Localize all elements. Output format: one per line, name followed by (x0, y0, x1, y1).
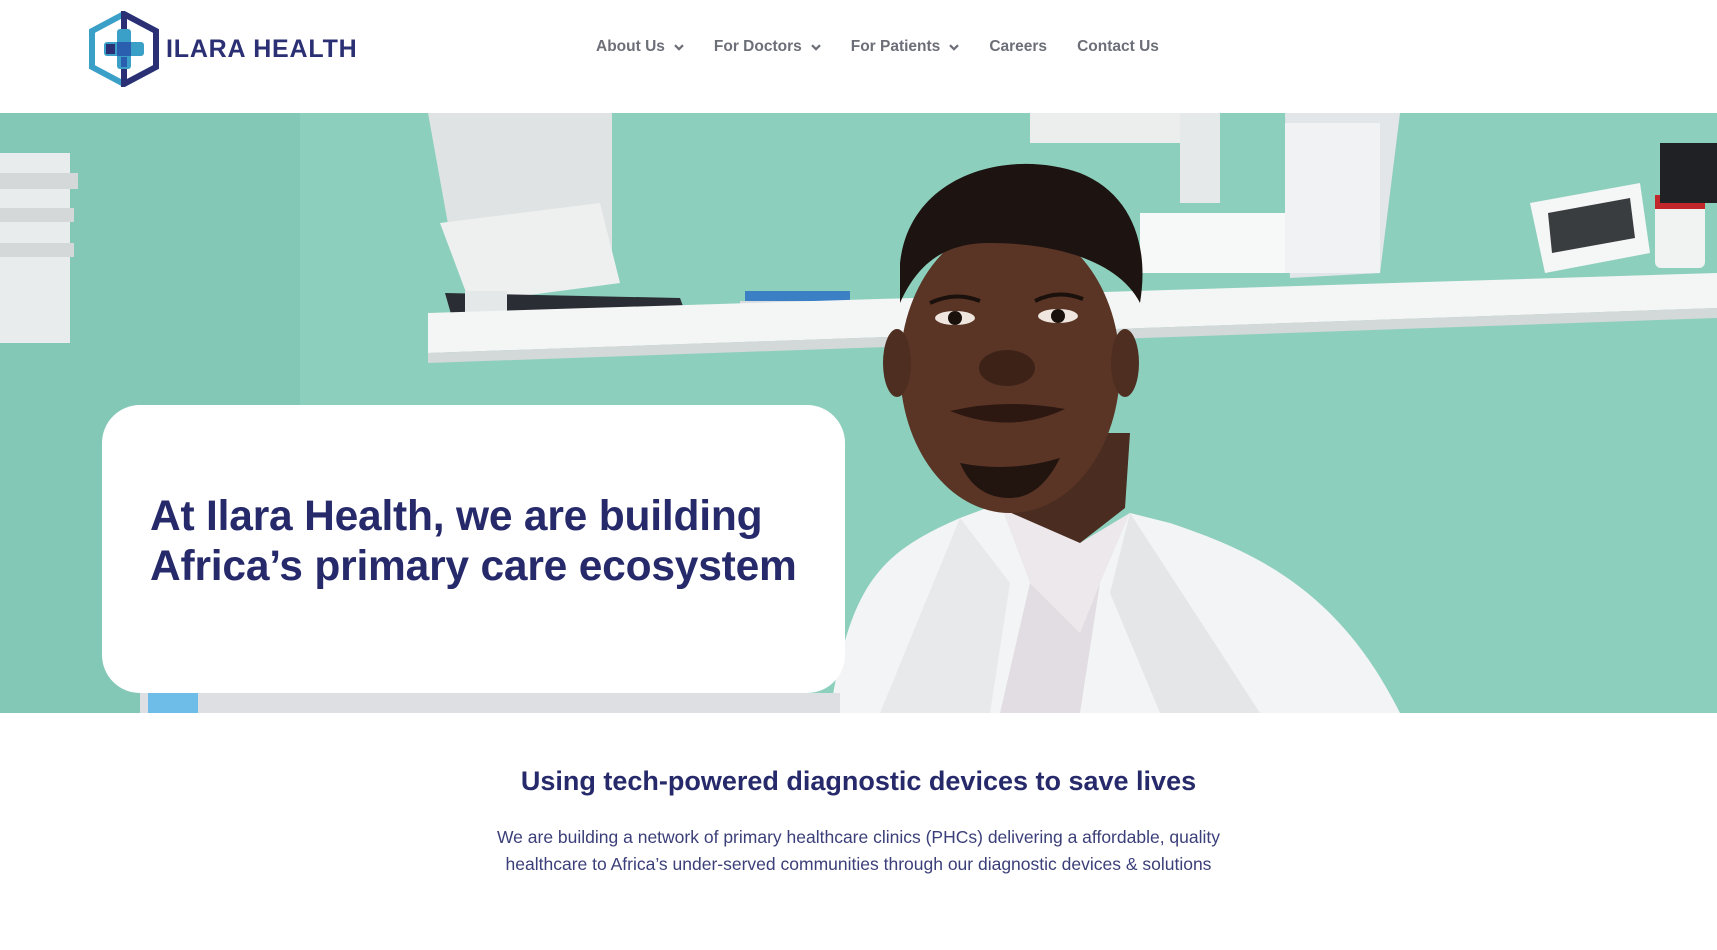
hexagon-cross-logo-icon (89, 11, 159, 87)
nav-item-label: For Doctors (713, 38, 802, 55)
hero-title: At Ilara Health, we are building Africa’… (150, 492, 840, 592)
intro-text-line-1: We are building a network of primary hea… (496, 827, 1221, 847)
intro-heading: Using tech-powered diagnostic devices to… (520, 766, 1197, 796)
brand-name: ILARA HEALTH (166, 34, 358, 63)
site-header: ILARA HEALTH About Us For Doctors For Pa… (0, 0, 1717, 113)
chevron-down-icon (810, 43, 821, 51)
intro-text-line-2: healthcare to Africa’s under-served comm… (505, 854, 1212, 874)
main-nav: About Us For Doctors For Patients Career… (596, 38, 1159, 56)
nav-item-contact-us[interactable]: Contact Us (1077, 38, 1159, 56)
nav-item-label: About Us (596, 38, 665, 55)
nav-item-label: Careers (989, 38, 1048, 55)
nav-item-for-patients[interactable]: For Patients (851, 38, 960, 56)
brand-logo-link[interactable]: ILARA HEALTH (88, 10, 358, 88)
nav-item-label: Contact Us (1077, 38, 1159, 55)
hero-title-line-2: Africa’s primary care ecosystem (150, 543, 797, 590)
chevron-down-icon (674, 43, 684, 51)
nav-item-about-us[interactable]: About Us (596, 38, 684, 56)
hero-title-line-1: At Ilara Health, we are building (150, 493, 763, 540)
nav-item-label: For Patients (850, 38, 941, 55)
intro-paragraph: We are building a network of primary hea… (440, 824, 1277, 878)
nav-item-careers[interactable]: Careers (989, 38, 1047, 56)
nav-item-for-doctors[interactable]: For Doctors (714, 38, 821, 56)
chevron-down-icon (949, 43, 960, 51)
